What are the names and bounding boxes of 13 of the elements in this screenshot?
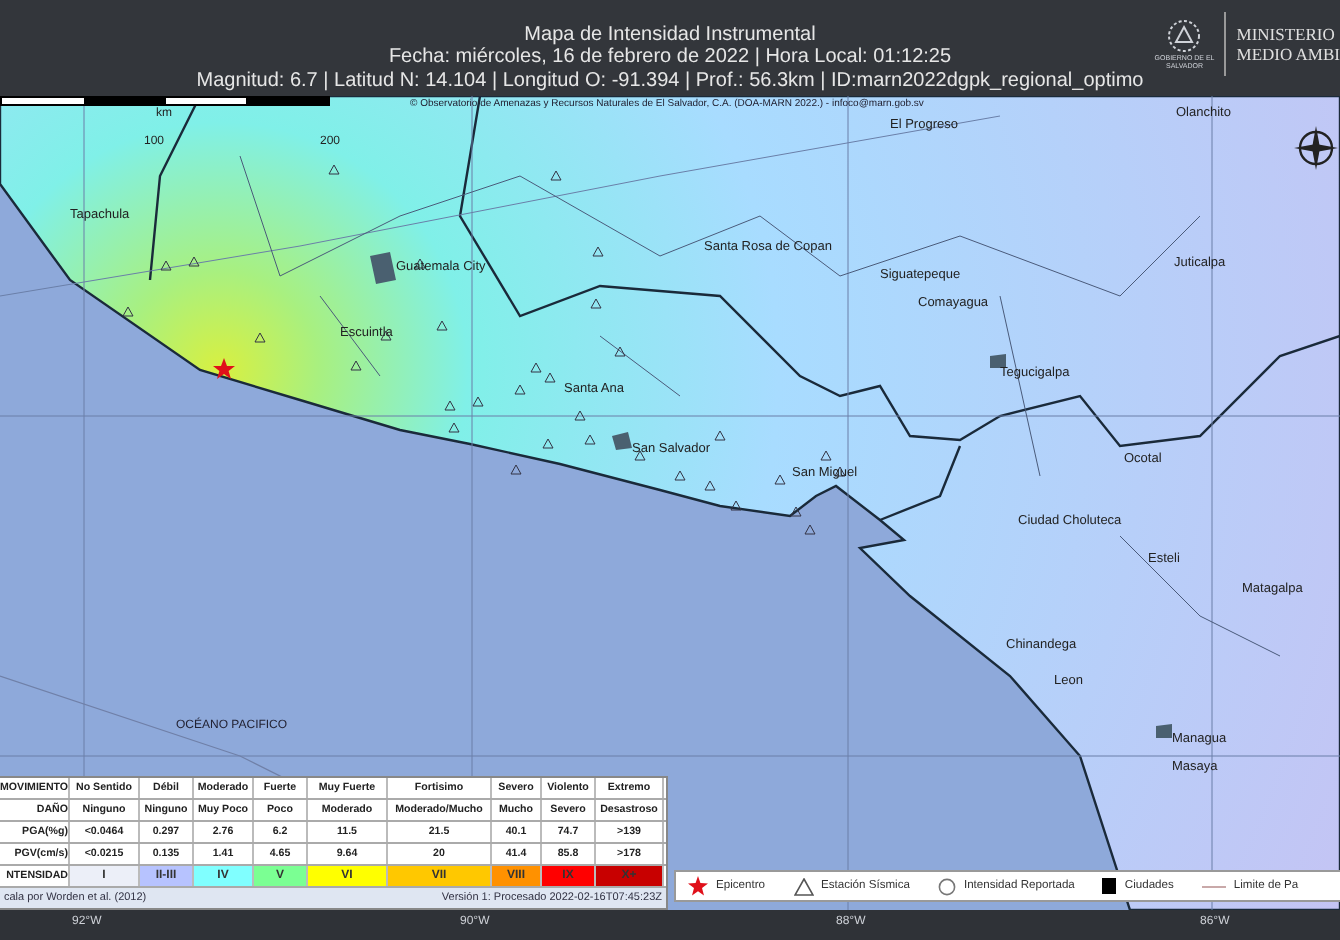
triangle-icon bbox=[793, 877, 813, 895]
emblem-icon bbox=[1166, 18, 1203, 54]
circle-icon bbox=[937, 877, 956, 895]
square-icon bbox=[1102, 878, 1117, 894]
ministry-name: MINISTERIO bbox=[1236, 24, 1337, 44]
date-line: Fecha: miércoles, 16 de febrero de 2022 | Hora Local: 01:12:25 bbox=[388, 46, 952, 69]
parameters-line: Magnitud: 6.7 | Latitud N: 14.104 | Longitud O: -91.394 | Prof.: 56.3km | ID:marn2022dgpk_regional_optimo bbox=[196, 69, 1144, 92]
ministry-name: MEDIO AMBI bbox=[1236, 44, 1340, 64]
compass-rose-icon bbox=[1292, 124, 1340, 172]
epicenter-star-icon bbox=[213, 358, 235, 379]
map-title: Mapa de Intensidad Instrumental bbox=[524, 23, 816, 46]
line-icon bbox=[1201, 885, 1226, 887]
star-icon bbox=[688, 876, 708, 896]
